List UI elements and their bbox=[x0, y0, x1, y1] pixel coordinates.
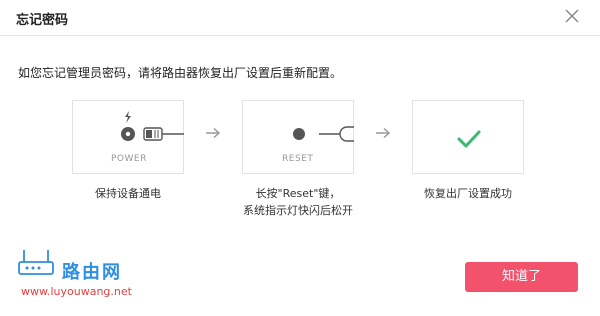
step-reset-caption-line2: 系统指示灯快闪后松开 bbox=[243, 204, 353, 217]
logo-text: 路由网 bbox=[62, 262, 122, 283]
step-reset-card: RESET bbox=[242, 100, 354, 174]
close-icon[interactable] bbox=[562, 6, 582, 26]
reset-pin-icon bbox=[293, 126, 354, 142]
power-plug-icon bbox=[121, 111, 184, 141]
step-success-card bbox=[412, 100, 524, 174]
reset-label: RESET bbox=[282, 154, 314, 164]
step-power-caption: 保持设备通电 bbox=[95, 187, 161, 200]
step-reset-caption: 长按"Reset"键， 系统指示灯快闪后松开 bbox=[222, 185, 374, 219]
step-power-card: POWER bbox=[72, 100, 184, 174]
forgot-password-dialog: 忘记密码 如您忘记管理员密码，请将路由器恢复出厂设置后重新配置。 POWER 保… bbox=[0, 0, 600, 316]
confirm-button[interactable]: 知道了 bbox=[465, 262, 578, 292]
power-label: POWER bbox=[111, 154, 147, 164]
step-success-caption: 恢复出厂设置成功 bbox=[424, 187, 512, 200]
checkmark-icon bbox=[457, 130, 481, 148]
arrow-right-icon bbox=[206, 127, 221, 139]
step-reset-caption-line1: 长按"Reset"键， bbox=[255, 187, 341, 200]
arrow-right-icon bbox=[376, 127, 391, 139]
dialog-header: 忘记密码 bbox=[0, 0, 600, 36]
dialog-title: 忘记密码 bbox=[16, 13, 69, 28]
logo-url: www.luyouwang.net bbox=[21, 285, 132, 298]
instruction-text: 如您忘记管理员密码，请将路由器恢复出厂设置后重新配置。 bbox=[18, 66, 343, 80]
router-icon bbox=[18, 250, 54, 275]
